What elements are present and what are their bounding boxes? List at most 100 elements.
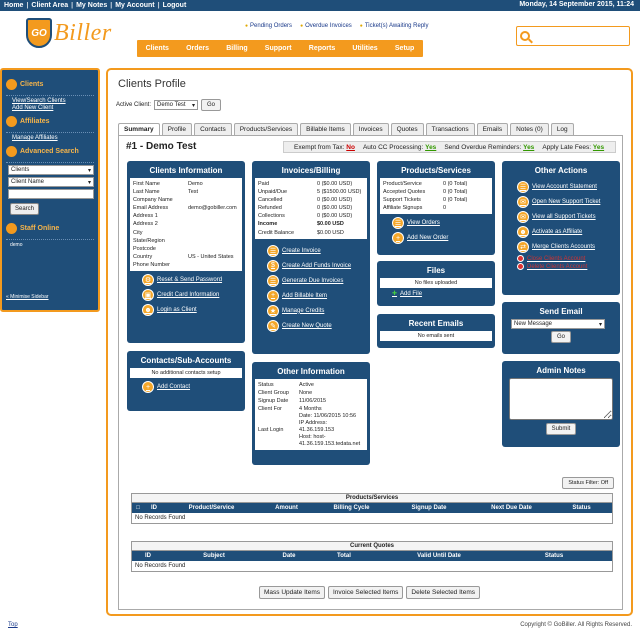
- client-heading: #1 - Demo Test: [126, 141, 197, 152]
- recent-emails-panel: Recent Emails No emails sent: [377, 314, 495, 348]
- other-information-panel: Other Information Status Active Client Gr…: [252, 362, 370, 465]
- back-to-top-link[interactable]: Top: [8, 622, 18, 628]
- bulk-actions: Mass Update Items Invoice Selected Items…: [259, 586, 480, 599]
- manage-affiliates-link[interactable]: Manage Affiliates: [12, 135, 94, 142]
- credits-icon: ★: [267, 304, 279, 317]
- logout-link[interactable]: Logout: [163, 2, 187, 9]
- search-icon[interactable]: [520, 31, 530, 41]
- home-link[interactable]: Home: [4, 2, 23, 9]
- active-client-label: Active Client:: [116, 102, 152, 108]
- sidebar-search-button[interactable]: Search: [10, 203, 40, 215]
- view-all-tickets-button[interactable]: ✉ View all Support Tickets: [517, 211, 617, 223]
- mass-update-button[interactable]: Mass Update Items: [259, 586, 325, 599]
- credit-card-info-button[interactable]: ▣ Credit Card Information: [142, 289, 242, 302]
- status-filter-button[interactable]: Status Filter: Off: [562, 477, 614, 489]
- active-client-select[interactable]: Demo Test: [154, 100, 199, 110]
- nav-reports[interactable]: Reports: [309, 45, 335, 52]
- active-client-go-button[interactable]: Go: [201, 99, 222, 111]
- orders-icon: ☰: [392, 217, 404, 230]
- empty-row: No Records Found: [135, 563, 186, 569]
- key-icon: ⚙: [142, 274, 154, 287]
- client-info-table: First Name Demo Last Name Test Company Nam…: [130, 178, 242, 272]
- divider: [6, 132, 94, 133]
- panel-title: Clients Information: [149, 166, 223, 175]
- logo-shield-icon: GO: [26, 18, 52, 48]
- create-invoice-button[interactable]: ☰ Create Invoice: [267, 244, 367, 257]
- delete-account-icon: [517, 263, 524, 270]
- table-row: Postcode: [133, 245, 156, 252]
- add-new-client-link[interactable]: Add New Client: [12, 105, 94, 112]
- add-file-button[interactable]: ✚ Add File: [392, 290, 492, 298]
- products-services-table: Products/Services □ ID Product/Service A…: [131, 493, 613, 524]
- generate-icon: ☰: [267, 274, 279, 287]
- contacts-empty: No additional contacts setup: [130, 368, 242, 378]
- sidebar-advanced-search-header: Advanced Search: [6, 146, 94, 157]
- delete-account-button[interactable]: Delete Clients Account: [517, 263, 617, 270]
- add-contact-button[interactable]: + Add Contact: [142, 381, 242, 393]
- table-row: Company Name: [133, 197, 173, 204]
- panel-title: Files: [426, 266, 446, 275]
- invoice-icon: ☰: [267, 244, 279, 257]
- global-search-box[interactable]: [516, 26, 630, 46]
- admin-notes-submit-button[interactable]: Submit: [545, 423, 577, 435]
- view-account-statement-button[interactable]: ☰ View Account Statement: [517, 181, 617, 193]
- view-orders-button[interactable]: ☰ View Orders: [392, 217, 492, 230]
- invoice-selected-button[interactable]: Invoice Selected Items: [328, 586, 404, 599]
- overdue-invoices-link[interactable]: Overdue Invoices: [300, 23, 352, 29]
- search-type-select[interactable]: Clients: [8, 165, 94, 175]
- email-template-select[interactable]: New Message: [511, 319, 605, 329]
- send-email-go-button[interactable]: Go: [550, 331, 571, 343]
- quote-icon: ✎: [267, 319, 279, 332]
- create-new-quote-button[interactable]: ✎ Create New Quote: [267, 319, 367, 332]
- logo[interactable]: GO Biller: [26, 17, 112, 49]
- my-notes-link[interactable]: My Notes: [76, 2, 107, 9]
- delete-selected-button[interactable]: Delete Selected Items: [406, 586, 480, 599]
- login-as-client-button[interactable]: ☻ Login as Client: [142, 304, 242, 317]
- affiliate-icon: ☻: [517, 226, 529, 238]
- select-all-checkbox[interactable]: □: [132, 505, 144, 511]
- auto-cc-toggle[interactable]: Yes: [425, 144, 436, 151]
- client-flags-bar: Exempt from Tax: No Auto CC Processing: …: [283, 141, 616, 153]
- add-new-order-button[interactable]: + Add New Order: [392, 232, 492, 245]
- my-account-link[interactable]: My Account: [115, 2, 154, 9]
- copyright: Copyright © GoBiller. All Rights Reserve…: [520, 622, 632, 628]
- panel-title: Invoices/Billing: [281, 166, 341, 175]
- add-billable-item-button[interactable]: + Add Billable Item: [267, 289, 367, 302]
- nav-utilities[interactable]: Utilities: [352, 45, 377, 52]
- tickets-awaiting-link[interactable]: Ticket(s) Awaiting Reply: [360, 23, 429, 29]
- activate-affiliate-button[interactable]: ☻ Activate as Affiliate: [517, 226, 617, 238]
- table-row: Phone Number: [133, 261, 170, 268]
- generate-due-invoices-button[interactable]: ☰ Generate Due Invoices: [267, 274, 367, 287]
- panel-title: Admin Notes: [536, 366, 586, 375]
- merge-accounts-button[interactable]: ⇄ Merge Clients Accounts: [517, 241, 617, 253]
- tax-exempt-toggle[interactable]: No: [346, 144, 355, 151]
- nav-orders[interactable]: Orders: [186, 45, 209, 52]
- admin-notes-textarea[interactable]: [509, 378, 613, 420]
- reset-send-password-button[interactable]: ⚙ Reset & Send Password: [142, 274, 242, 287]
- pending-orders-link[interactable]: Pending Orders: [245, 23, 292, 29]
- nav-billing[interactable]: Billing: [226, 45, 247, 52]
- nav-clients[interactable]: Clients: [146, 45, 169, 52]
- search-value-input[interactable]: [8, 189, 94, 199]
- active-client-bar: Active Client: Demo Test Go: [116, 99, 623, 111]
- table-header: □ ID Product/Service Amount Billing Cycl…: [132, 503, 612, 513]
- client-area-link[interactable]: Client Area: [31, 2, 68, 9]
- staff-online-icon: [6, 223, 17, 234]
- nav-setup[interactable]: Setup: [395, 45, 414, 52]
- user-icon: ☻: [142, 304, 154, 317]
- search-field-select[interactable]: Client Name: [8, 177, 94, 187]
- table-row: Client For 4 Months: [258, 406, 322, 413]
- nav-support[interactable]: Support: [265, 45, 292, 52]
- create-add-funds-invoice-button[interactable]: $ Create Add Funds Invoice: [267, 259, 367, 272]
- table-row: Accepted Quotes 0 (0 Total): [383, 189, 468, 196]
- manage-credits-button[interactable]: ★ Manage Credits: [267, 304, 367, 317]
- minimise-sidebar-link[interactable]: « Minimise Sidebar: [6, 294, 49, 300]
- files-panel: Files No files uploaded ✚ Add File: [377, 261, 495, 306]
- view-search-clients-link[interactable]: View/Search Clients: [12, 98, 94, 105]
- overdue-reminders-toggle[interactable]: Yes: [523, 144, 534, 151]
- open-new-ticket-button[interactable]: ✉ Open New Support Ticket: [517, 196, 617, 208]
- table-row: State/Region: [133, 237, 165, 244]
- late-fees-toggle[interactable]: Yes: [593, 144, 604, 151]
- sidebar-staff-online-header: Staff Online: [6, 223, 94, 234]
- close-account-button[interactable]: Close Clients Account: [517, 255, 617, 262]
